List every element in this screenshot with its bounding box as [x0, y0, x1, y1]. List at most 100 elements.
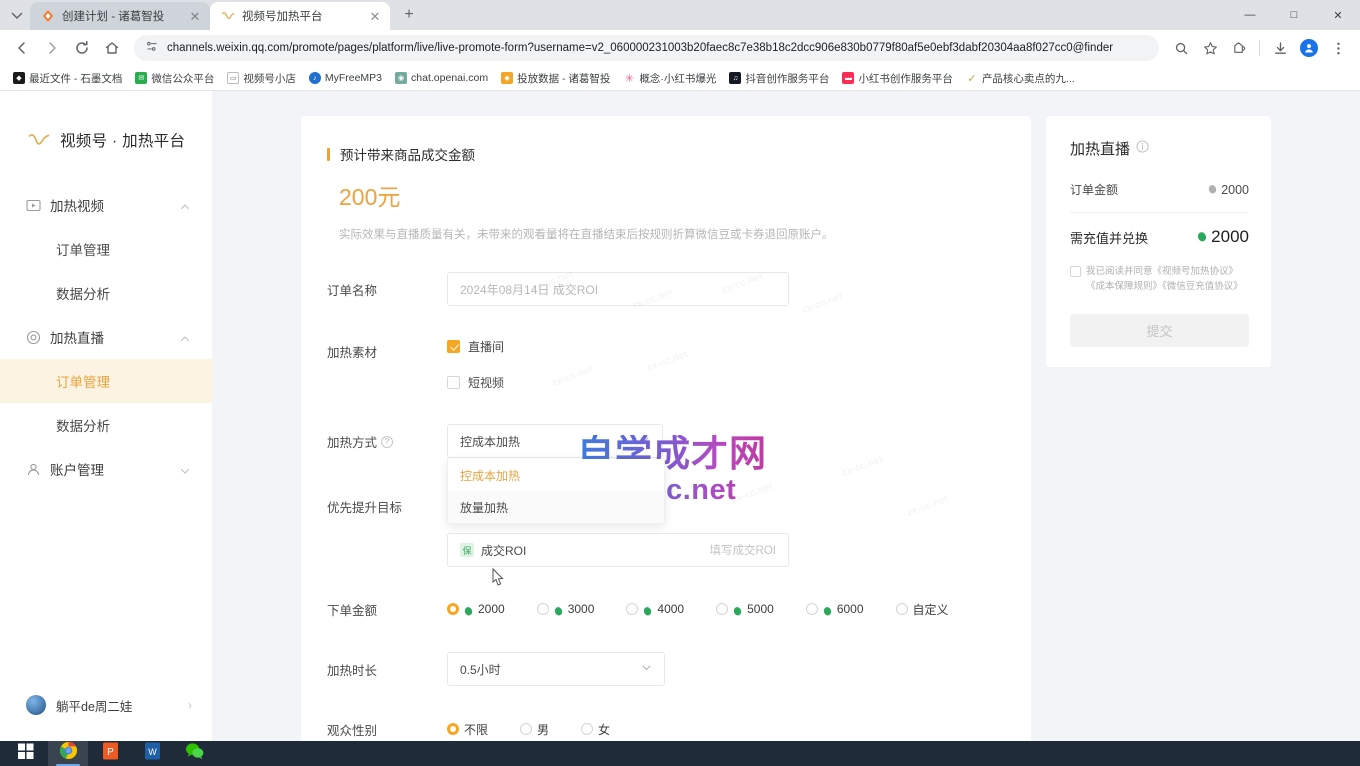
- browser-tab-1[interactable]: 创建计划 - 诸葛智投 ✕: [30, 2, 210, 30]
- new-tab-button[interactable]: +: [396, 2, 422, 28]
- bookmark-favicon: ✓: [966, 72, 978, 84]
- toolbar-divider: [1259, 40, 1260, 56]
- sidebar-item-video-orders[interactable]: 订单管理: [0, 227, 212, 271]
- minimize-button[interactable]: —: [1228, 0, 1272, 30]
- profile-avatar[interactable]: [1295, 34, 1323, 62]
- sidebar-group-label: 加热视频: [50, 195, 171, 215]
- extensions-icon[interactable]: [1225, 34, 1253, 62]
- duration-value: 0.5小时: [460, 661, 501, 678]
- heat-mode-dropdown[interactable]: 控成本加热 放量加热: [447, 459, 665, 524]
- chevron-up-icon[interactable]: [180, 332, 190, 342]
- checkbox-icon[interactable]: [447, 376, 460, 389]
- order-name-input[interactable]: 2024年08月14日 成交ROI: [447, 272, 789, 306]
- radio-icon[interactable]: [806, 603, 818, 615]
- duration-label: 加热时长: [327, 652, 447, 679]
- order-amount-option-5000[interactable]: 5000: [716, 602, 774, 616]
- bookmark-item[interactable]: ♪MyFreeMP3: [304, 70, 387, 86]
- help-icon[interactable]: ?: [381, 436, 393, 448]
- reload-icon[interactable]: [68, 34, 96, 62]
- heat-mode-select[interactable]: 控成本加热: [447, 424, 663, 458]
- priority-goal-roi-field[interactable]: 保 成交ROI 填写成交ROI: [447, 533, 789, 567]
- gender-option-male[interactable]: 男: [520, 721, 549, 738]
- content-area: zx-cc.net zx-cc.net zx-cc.net zx-cc.net …: [212, 91, 1360, 741]
- material-option-label: 直播间: [468, 338, 504, 355]
- site-settings-icon[interactable]: [146, 40, 159, 56]
- order-amount-option-4000[interactable]: 4000: [626, 602, 684, 616]
- chevron-down-icon[interactable]: [641, 662, 652, 676]
- gender-option-any[interactable]: 不限: [447, 721, 488, 738]
- submit-button[interactable]: 提交: [1070, 314, 1249, 347]
- bookmark-item[interactable]: ✓产品核心卖点的九...: [961, 69, 1080, 88]
- gender-option-label: 不限: [464, 721, 488, 738]
- heat-mode-value: 控成本加热: [460, 433, 520, 450]
- order-amount-option-2000[interactable]: 2000: [447, 602, 505, 616]
- order-amount-option-6000[interactable]: 6000: [806, 602, 864, 616]
- sidebar-group-account[interactable]: 账户管理: [0, 447, 212, 491]
- chevron-down-icon[interactable]: [639, 434, 650, 448]
- sidebar-group-heat-video[interactable]: 加热视频: [0, 183, 212, 227]
- material-option-shortvideo[interactable]: 短视频: [447, 370, 991, 394]
- home-icon[interactable]: [98, 34, 126, 62]
- chrome-taskbar-icon[interactable]: [48, 735, 88, 766]
- heat-mode-option-volume[interactable]: 放量加热: [448, 491, 664, 523]
- agreement-checkbox[interactable]: [1070, 266, 1081, 277]
- bookmark-item[interactable]: ♫抖音创作服务平台: [724, 69, 834, 88]
- info-icon[interactable]: [1136, 140, 1149, 157]
- material-option-live[interactable]: 直播间: [447, 334, 991, 358]
- duration-select[interactable]: 0.5小时: [447, 652, 665, 686]
- radio-selected-icon[interactable]: [447, 603, 459, 615]
- radio-icon[interactable]: [896, 603, 908, 615]
- user-name: 躺平de周二娃: [56, 696, 178, 715]
- bookmark-item[interactable]: ◆投放数据 - 诸葛智投: [496, 69, 615, 88]
- bookmark-item[interactable]: ▬小红书创作服务平台: [837, 69, 958, 88]
- gender-option-female[interactable]: 女: [581, 721, 610, 738]
- roi-placeholder: 填写成交ROI: [710, 542, 776, 558]
- radio-icon[interactable]: [581, 723, 593, 735]
- forward-icon[interactable]: [38, 34, 66, 62]
- close-window-button[interactable]: ✕: [1316, 0, 1360, 30]
- bookmark-item[interactable]: ✉微信公众平台: [130, 69, 219, 88]
- sidebar-group-heat-live[interactable]: 加热直播: [0, 315, 212, 359]
- bookmark-favicon: ▬: [842, 72, 854, 84]
- sidebar-item-live-orders[interactable]: 订单管理: [0, 359, 212, 403]
- heat-mode-label: 加热方式 ?: [327, 424, 447, 451]
- radio-icon[interactable]: [626, 603, 638, 615]
- material-option-label: 短视频: [468, 374, 504, 391]
- bookmark-item[interactable]: ▭视频号小店: [222, 69, 301, 88]
- office-taskbar-icon[interactable]: W: [132, 735, 172, 766]
- order-amount-option-custom[interactable]: 自定义: [896, 601, 949, 618]
- wechat-taskbar-icon[interactable]: [174, 735, 214, 766]
- sidebar-item-video-analytics[interactable]: 数据分析: [0, 271, 212, 315]
- chevron-up-icon[interactable]: [180, 200, 190, 210]
- bookmark-item[interactable]: ◉chat.openai.com: [390, 70, 493, 86]
- search-icon[interactable]: [1167, 34, 1195, 62]
- pdf-taskbar-icon[interactable]: P: [90, 735, 130, 766]
- summary-order-amount-row: 订单金额 2000: [1070, 181, 1249, 213]
- radio-icon[interactable]: [537, 603, 549, 615]
- heat-mode-option-cost[interactable]: 控成本加热: [448, 459, 664, 491]
- agreement-row[interactable]: 我已阅读并同意《视频号加热协议》《成本保障规则》《微信豆充值协议》: [1070, 265, 1249, 294]
- bookmark-favicon: ▭: [227, 72, 239, 84]
- close-icon[interactable]: ✕: [368, 9, 382, 23]
- browser-tab-2[interactable]: 视频号加热平台 ✕: [210, 2, 390, 30]
- bookmark-item[interactable]: ✳概念·小红书爆光: [618, 69, 721, 88]
- chevron-down-icon[interactable]: [180, 464, 190, 474]
- chevron-right-icon[interactable]: ›: [188, 698, 192, 712]
- maximize-button[interactable]: □: [1272, 0, 1316, 30]
- form-row-order-name: 订单名称 2024年08月14日 成交ROI: [327, 272, 991, 306]
- checkbox-checked-icon[interactable]: [447, 340, 460, 353]
- chrome-menu-icon[interactable]: [1324, 34, 1352, 62]
- download-icon[interactable]: [1266, 34, 1294, 62]
- start-button[interactable]: [6, 735, 46, 766]
- bookmark-item[interactable]: ◆最近文件 - 石墨文档: [8, 69, 127, 88]
- close-icon[interactable]: ✕: [188, 9, 202, 23]
- tab-search-icon[interactable]: [4, 2, 30, 28]
- back-icon[interactable]: [8, 34, 36, 62]
- order-amount-option-3000[interactable]: 3000: [537, 602, 595, 616]
- bookmark-star-icon[interactable]: [1196, 34, 1224, 62]
- radio-selected-icon[interactable]: [447, 723, 459, 735]
- radio-icon[interactable]: [520, 723, 532, 735]
- sidebar-item-live-analytics[interactable]: 数据分析: [0, 403, 212, 447]
- radio-icon[interactable]: [716, 603, 728, 615]
- address-bar[interactable]: channels.weixin.qq.com/promote/pages/pla…: [134, 35, 1159, 61]
